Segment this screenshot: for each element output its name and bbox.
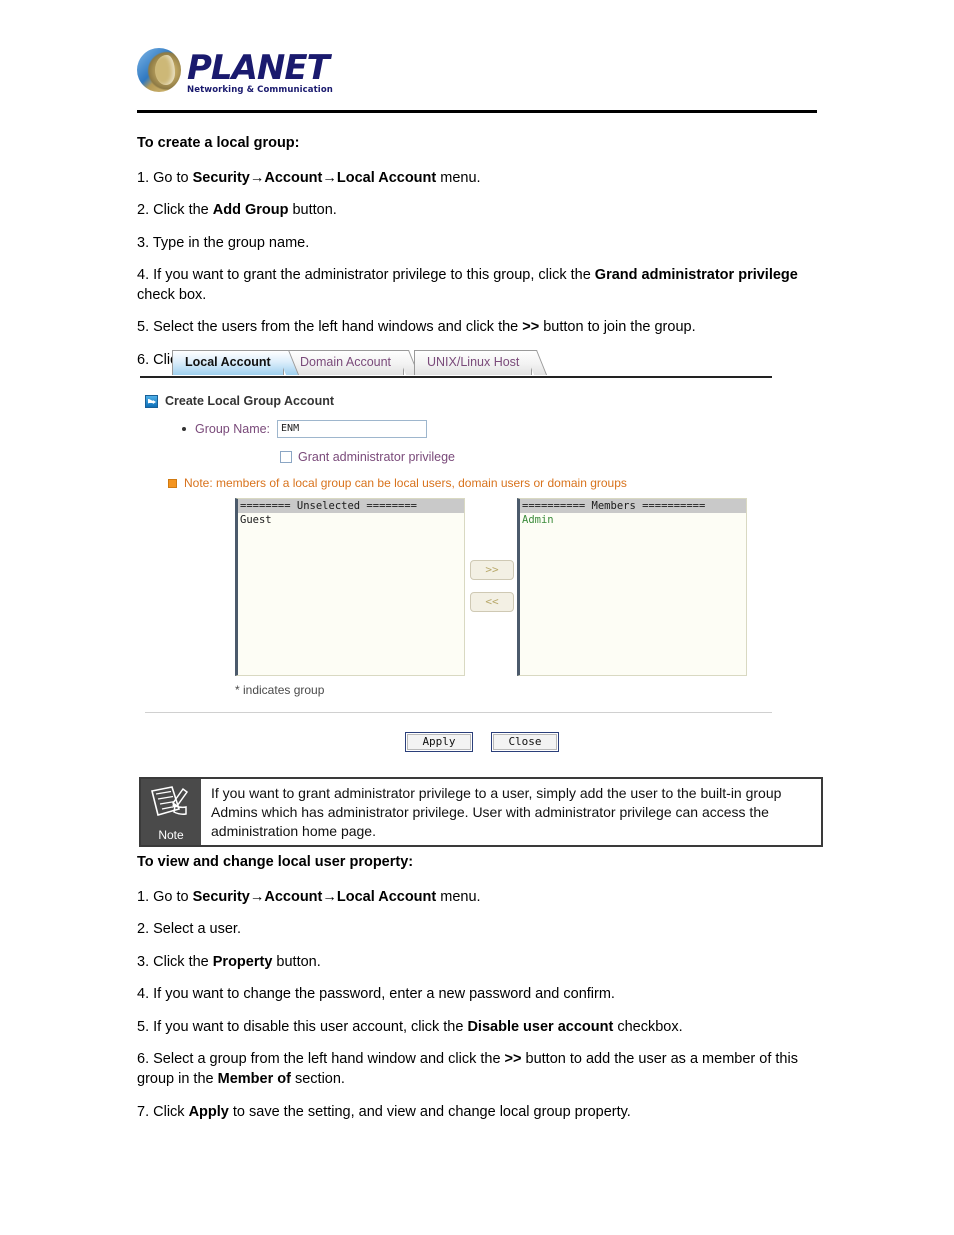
list-item[interactable]: Guest: [238, 513, 464, 527]
members-listbox[interactable]: ========== Members ========== Admin: [517, 498, 747, 676]
step-item: 7. Click Apply to save the setting, and …: [137, 1103, 631, 1120]
tab-label: Local Account: [185, 355, 271, 369]
list-item[interactable]: Admin: [520, 513, 746, 527]
step-item: 1. Go to Security→Account→Local Account …: [137, 169, 481, 186]
unselected-list-header: ======== Unselected ========: [238, 499, 464, 513]
step-item: 5. If you want to disable this user acco…: [137, 1018, 683, 1035]
step-item: 2. Click the Add Group button.: [137, 202, 337, 219]
close-button[interactable]: Close: [491, 732, 559, 752]
section-title-label: Create Local Group Account: [165, 394, 335, 408]
tab-local-account[interactable]: Local Account: [172, 350, 299, 375]
step-item: 3. Click the Property button.: [137, 953, 321, 970]
logo-wordmark: PLANET: [187, 47, 330, 88]
tab-skew-edge: [524, 350, 548, 375]
group-name-row: Group Name: ENM: [182, 420, 428, 438]
grant-admin-label: Grant administrator privilege: [298, 450, 456, 464]
page-header: PLANET Networking & Communication: [137, 42, 817, 94]
instructions-create-local-group: To create a local group: 1. Go to Securi…: [137, 134, 819, 384]
panel-note-line: Note: members of a local group can be lo…: [168, 476, 627, 490]
step-item: 3. Type in the group name.: [137, 234, 310, 251]
group-name-label: Group Name:: [195, 422, 271, 436]
group-name-input[interactable]: ENM: [277, 420, 428, 438]
dual-list-container: ======== Unselected ======== Guest >> <<…: [140, 498, 772, 676]
tab-domain-account[interactable]: Domain Account: [287, 350, 420, 375]
note-body-text: If you want to grant administrator privi…: [211, 785, 782, 840]
note-icon: Note: [141, 779, 201, 845]
step-item: 5. Select the users from the left hand w…: [137, 319, 696, 336]
bullet-dot-icon: [182, 427, 186, 431]
members-list-header: ========== Members ==========: [520, 499, 746, 513]
panel-section-title: Create Local Group Account: [145, 394, 334, 408]
section-heading-view-change: To view and change local user property:: [137, 854, 414, 870]
step-item: 4. If you want to grant the administrato…: [137, 267, 798, 303]
move-right-button[interactable]: >>: [470, 560, 514, 580]
panel-note-text: Note: members of a local group can be lo…: [184, 476, 627, 490]
panel-divider: [145, 712, 772, 713]
planet-logo: PLANET Networking & Communication: [137, 42, 817, 94]
step-item: 4. If you want to change the password, e…: [137, 986, 615, 1003]
panel-action-buttons: Apply Close: [405, 732, 559, 752]
tab-bottom-rule: [140, 376, 772, 378]
section-heading-create-group: To create a local group:: [137, 135, 300, 151]
local-account-panel: Local Account Domain Account UNIX/Linux …: [140, 350, 790, 770]
tab-bar: Local Account Domain Account UNIX/Linux …: [172, 350, 790, 377]
step-item: 6. Select a group from the left hand win…: [137, 1051, 798, 1087]
planet-globe-icon: [137, 48, 181, 92]
step-item: 2. Select a user.: [137, 921, 241, 938]
blue-arrow-icon: [145, 394, 158, 408]
note-callout-box: Note If you want to grant administrator …: [139, 777, 823, 847]
tab-unix-linux-host[interactable]: UNIX/Linux Host: [414, 350, 548, 375]
transfer-buttons: >> <<: [470, 560, 514, 624]
note-icon-label: Note: [158, 828, 184, 842]
grant-admin-row[interactable]: Grant administrator privilege: [280, 450, 455, 464]
header-divider: [137, 110, 817, 113]
logo-tagline: Networking & Communication: [187, 84, 333, 95]
apply-button[interactable]: Apply: [405, 732, 473, 752]
hand-writing-icon: [149, 785, 193, 824]
instructions-view-change-user-property: To view and change local user property: …: [137, 853, 819, 1135]
move-left-button[interactable]: <<: [470, 592, 514, 612]
grant-admin-checkbox[interactable]: [280, 451, 292, 463]
step-item: 1. Go to Security→Account→Local Account …: [137, 888, 481, 905]
orange-square-icon: [168, 478, 177, 488]
tab-label: UNIX/Linux Host: [427, 355, 520, 369]
list-footnote: * indicates group: [235, 683, 325, 697]
unselected-listbox[interactable]: ======== Unselected ======== Guest: [235, 498, 465, 676]
tab-label: Domain Account: [300, 355, 392, 369]
